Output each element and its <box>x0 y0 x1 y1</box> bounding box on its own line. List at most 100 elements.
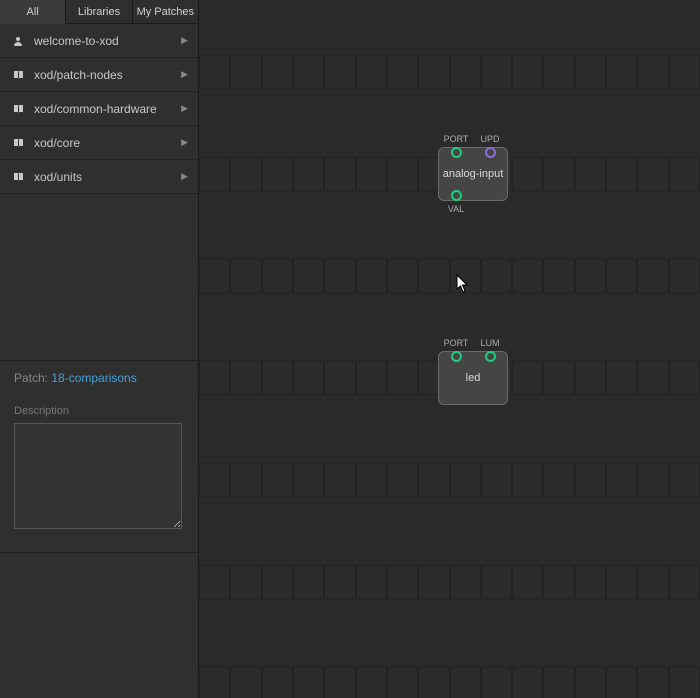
sidebar-item-welcome-to-xod[interactable]: welcome-to-xod▶ <box>0 24 198 58</box>
pin[interactable] <box>451 147 462 158</box>
grid-cell <box>387 667 418 698</box>
grid-cell <box>262 667 293 698</box>
grid-cell <box>356 55 387 89</box>
grid-cell <box>543 463 574 497</box>
grid-cell <box>293 259 324 293</box>
grid-cell <box>230 361 261 395</box>
grid-cell <box>606 157 637 191</box>
grid-cell <box>418 463 449 497</box>
input-labels: PORTUPD <box>439 134 507 144</box>
canvas[interactable]: PORTUPDanalog-inputVAL PORTLUMled <box>199 0 700 698</box>
grid-cell <box>293 463 324 497</box>
grid-cell <box>575 565 606 599</box>
book-icon <box>10 137 26 149</box>
sidebar-item-xod-units[interactable]: xod/units▶ <box>0 160 198 194</box>
grid-cell <box>262 259 293 293</box>
grid-cell <box>606 667 637 698</box>
grid-cell <box>512 565 543 599</box>
input-labels: PORTLUM <box>439 338 507 348</box>
grid-cell <box>356 667 387 698</box>
grid-cell <box>387 565 418 599</box>
grid-cell <box>606 55 637 89</box>
grid-cell <box>199 361 230 395</box>
grid-cell <box>543 565 574 599</box>
grid-cell <box>262 361 293 395</box>
sidebar-item-xod-common-hardware[interactable]: xod/common-hardware▶ <box>0 92 198 126</box>
grid-cell <box>262 463 293 497</box>
output-ports <box>439 190 473 201</box>
patch-title-line: Patch: 18-comparisons <box>14 371 184 385</box>
grid-cell <box>324 55 355 89</box>
pin[interactable] <box>451 351 462 362</box>
book-icon <box>10 103 26 115</box>
tab-my-patches[interactable]: My Patches <box>133 0 198 24</box>
description-input[interactable] <box>14 423 182 529</box>
grid-cell <box>512 463 543 497</box>
grid-cell <box>637 667 668 698</box>
grid-cell <box>575 259 606 293</box>
grid-cell <box>356 259 387 293</box>
grid-cell <box>481 259 512 293</box>
grid-cell <box>293 565 324 599</box>
tab-libraries[interactable]: Libraries <box>66 0 132 24</box>
grid-cell <box>669 565 700 599</box>
node-analog-input[interactable]: PORTUPDanalog-inputVAL <box>438 147 508 201</box>
grid-cell <box>199 157 230 191</box>
sidebar-item-xod-patch-nodes[interactable]: xod/patch-nodes▶ <box>0 58 198 92</box>
description-label: Description <box>14 405 184 417</box>
pin[interactable] <box>451 190 462 201</box>
grid-cell <box>450 667 481 698</box>
grid-cell <box>450 565 481 599</box>
grid-cell <box>199 55 230 89</box>
node-led[interactable]: PORTLUMled <box>438 351 508 405</box>
pin[interactable] <box>485 351 496 362</box>
input-port-port[interactable] <box>439 351 473 362</box>
grid-cell <box>606 565 637 599</box>
grid-cell <box>387 55 418 89</box>
grid-cell <box>199 565 230 599</box>
sidebar: All Libraries My Patches welcome-to-xod▶… <box>0 0 199 698</box>
grid-cell <box>324 361 355 395</box>
grid-cell <box>293 667 324 698</box>
grid-cell <box>543 55 574 89</box>
grid-cell <box>450 463 481 497</box>
grid-cell <box>387 361 418 395</box>
output-labels: VAL <box>439 204 473 214</box>
tab-all[interactable]: All <box>0 0 66 24</box>
grid-cell <box>669 361 700 395</box>
output-port-val[interactable] <box>439 190 473 201</box>
grid-cell <box>543 259 574 293</box>
grid-cell <box>637 361 668 395</box>
input-port-upd[interactable] <box>473 147 507 158</box>
grid-cell <box>669 55 700 89</box>
grid-cell <box>230 463 261 497</box>
grid-cell <box>230 55 261 89</box>
grid-row <box>199 463 700 497</box>
grid-cell <box>669 667 700 698</box>
grid-cell <box>481 55 512 89</box>
chevron-right-icon: ▶ <box>181 35 188 46</box>
grid-row <box>199 259 700 293</box>
book-icon <box>10 69 26 81</box>
sidebar-item-xod-core[interactable]: xod/core▶ <box>0 126 198 160</box>
grid-cell <box>356 565 387 599</box>
input-port-port[interactable] <box>439 147 473 158</box>
grid-cell <box>387 157 418 191</box>
chevron-right-icon: ▶ <box>181 171 188 182</box>
grid-cell <box>606 463 637 497</box>
input-ports <box>439 351 507 362</box>
grid-cell <box>293 55 324 89</box>
input-port-lum[interactable] <box>473 351 507 362</box>
sidebar-item-label: xod/patch-nodes <box>34 68 181 82</box>
grid-cell <box>324 157 355 191</box>
grid-cell <box>199 463 230 497</box>
pin[interactable] <box>485 147 496 158</box>
grid-cell <box>387 463 418 497</box>
grid-cell <box>481 667 512 698</box>
grid-cell <box>637 565 668 599</box>
grid-cell <box>512 259 543 293</box>
grid-cell <box>418 667 449 698</box>
grid-cell <box>324 463 355 497</box>
port-label: PORT <box>439 134 473 144</box>
sidebar-item-label: xod/common-hardware <box>34 102 181 116</box>
